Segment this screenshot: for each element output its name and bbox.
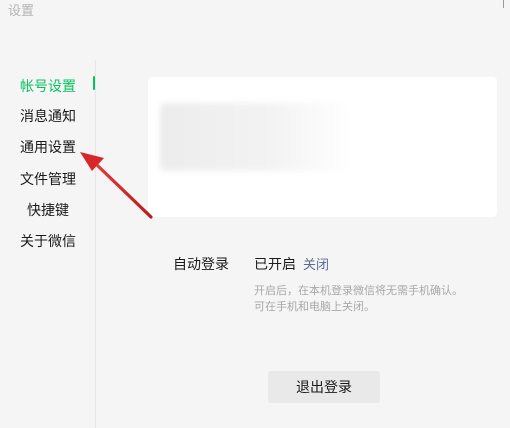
auto-login-hint: 开启后，在本机登录微信将无需手机确认。 可在手机和电脑上关闭。 [254, 283, 463, 315]
sidebar-item-account[interactable]: 帐号设置 [20, 76, 76, 96]
window-control-mark [503, 0, 504, 8]
sidebar-item-notifications[interactable]: 消息通知 [20, 106, 76, 126]
sidebar: 帐号设置 消息通知 通用设置 文件管理 快捷键 关于微信 [0, 60, 95, 428]
auto-login-label: 自动登录 [173, 257, 229, 273]
account-info-blurred [160, 103, 350, 171]
sidebar-item-shortcuts[interactable]: 快捷键 [27, 200, 69, 220]
sidebar-item-general[interactable]: 通用设置 [20, 137, 76, 157]
window-title: 设置 [8, 4, 35, 19]
auto-login-hint-line2: 可在手机和电脑上关闭。 [254, 300, 375, 313]
account-card [148, 77, 497, 217]
sidebar-divider [95, 60, 96, 428]
auto-login-status: 已开启 [254, 257, 296, 273]
logout-button[interactable]: 退出登录 [268, 371, 380, 403]
auto-login-hint-line1: 开启后，在本机登录微信将无需手机确认。 [254, 284, 463, 297]
auto-login-disable-link[interactable]: 关闭 [303, 254, 329, 273]
sidebar-item-about[interactable]: 关于微信 [20, 231, 76, 251]
sidebar-item-files[interactable]: 文件管理 [20, 169, 76, 189]
